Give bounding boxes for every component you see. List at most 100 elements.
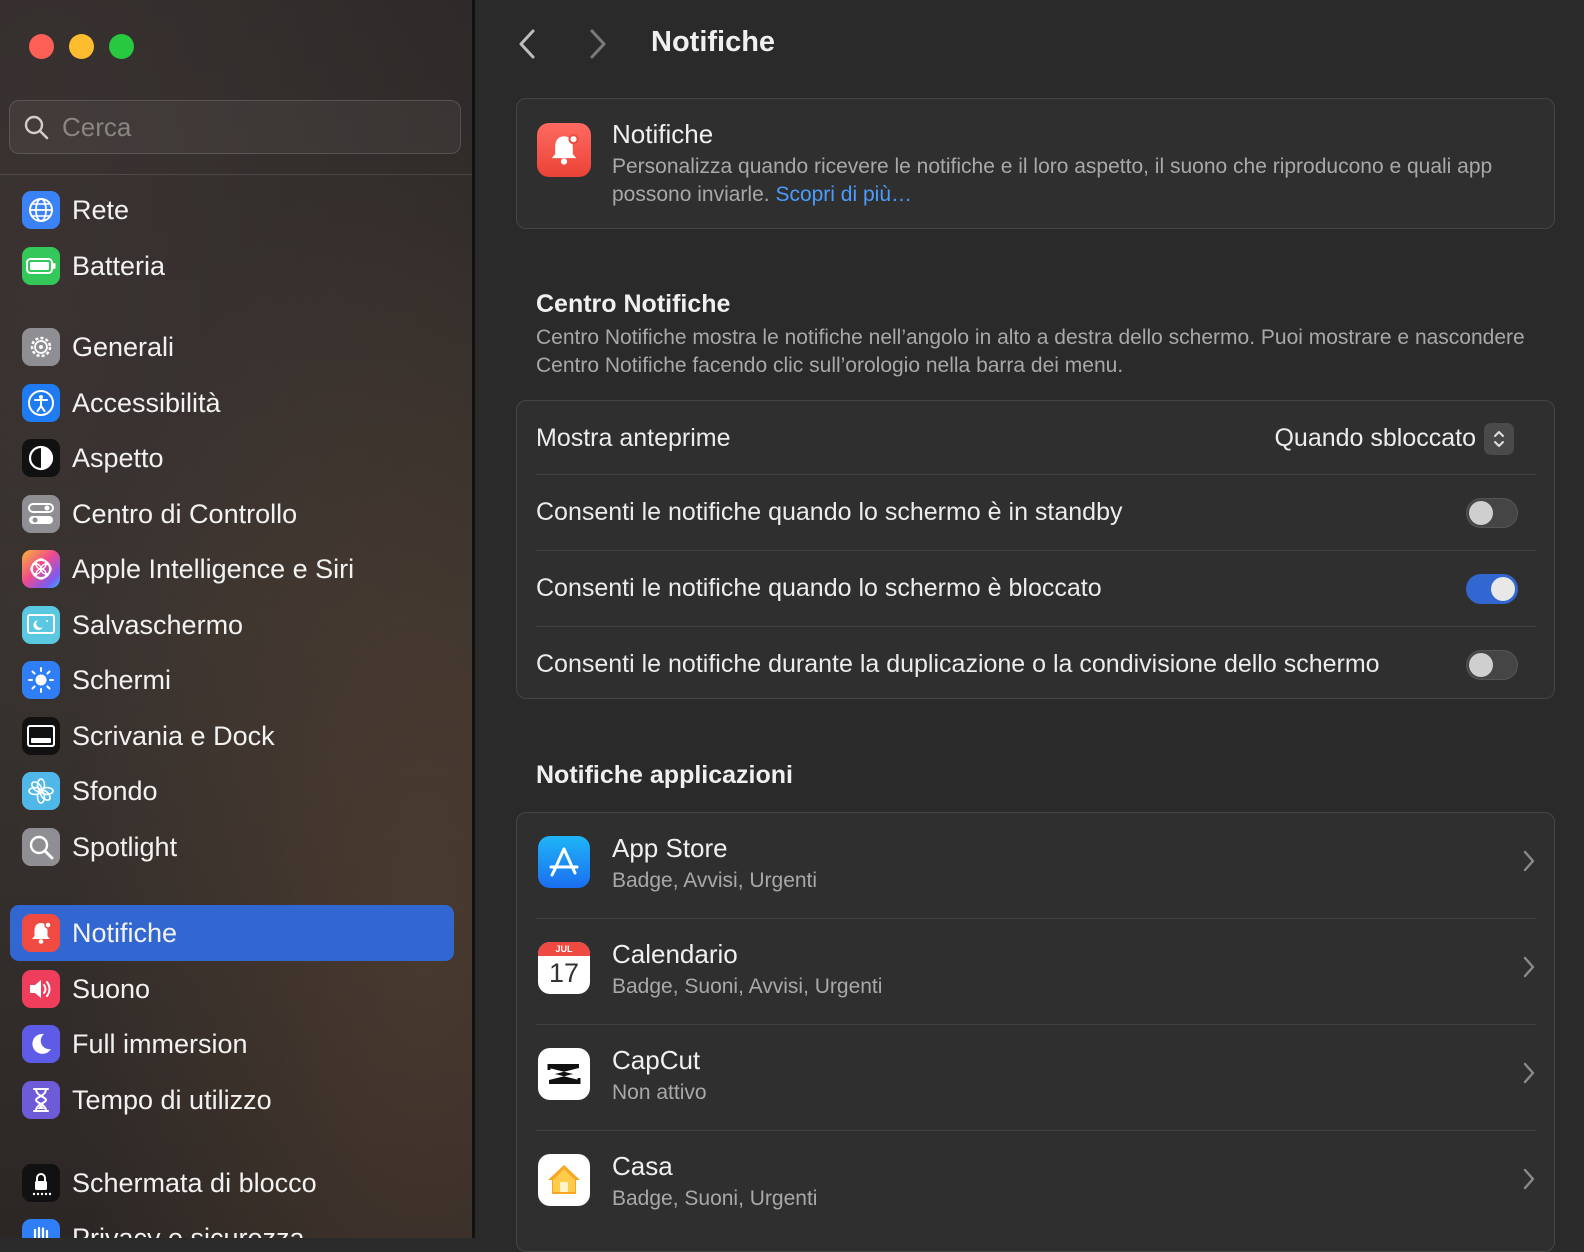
spotlight-icon	[22, 828, 60, 866]
appearance-icon	[22, 439, 60, 477]
sidebar: Cerca Rete Batteria Generali Accessibili…	[0, 0, 472, 1238]
notification-center-description: Centro Notifiche mostra le notifiche nel…	[536, 326, 1525, 377]
lock-icon	[22, 1164, 60, 1202]
accessibility-icon	[22, 384, 60, 422]
sidebar-item-label: Privacy e sicurezza	[72, 1222, 305, 1239]
mirroring-row: Consenti le notifiche durante la duplica…	[536, 627, 1536, 702]
notification-center-card: Mostra anteprime Quando sbloccato Consen…	[516, 400, 1555, 699]
sidebar-item-label: Apple Intelligence e Siri	[72, 553, 355, 584]
app-detail: Badge, Suoni, Urgenti	[612, 1187, 818, 1210]
show-previews-row: Mostra anteprime Quando sbloccato	[536, 401, 1536, 476]
sidebar-item-batteria[interactable]: Batteria	[10, 238, 454, 294]
search-input[interactable]: Cerca	[9, 100, 461, 154]
app-store-icon	[538, 836, 590, 888]
battery-icon	[22, 247, 60, 285]
search-placeholder: Cerca	[62, 111, 132, 142]
sidebar-item-label: Scrivania e Dock	[72, 720, 275, 751]
main-content: Notifiche Notifiche Personalizza quando …	[475, 0, 1584, 1252]
learn-more-link[interactable]: Scopri di più…	[775, 183, 912, 206]
page-title: Notifiche	[651, 26, 776, 58]
intro-description-text: Personalizza quando ricevere le notifich…	[612, 155, 1493, 206]
brightness-icon	[22, 661, 60, 699]
sidebar-item-label: Tempo di utilizzo	[72, 1084, 272, 1115]
standby-row: Consenti le notifiche quando lo schermo …	[536, 475, 1536, 550]
sidebar-item-apple-intelligence-e-siri[interactable]: Apple Intelligence e Siri	[10, 541, 454, 597]
search-icon	[24, 115, 49, 140]
sidebar-item-rete[interactable]: Rete	[10, 182, 454, 238]
gear-icon	[22, 328, 60, 366]
calendar-icon: JUL 17	[538, 942, 590, 994]
sidebar-item-accessibilita[interactable]: Accessibilità	[10, 375, 454, 431]
sidebar-item-salvaschermo[interactable]: Salvaschermo	[10, 597, 454, 653]
app-name: App Store	[612, 833, 728, 863]
moon-icon	[22, 1025, 60, 1063]
intro-description: Personalizza quando ricevere le notifich…	[612, 153, 1532, 209]
sidebar-item-label: Full immersion	[72, 1028, 248, 1059]
standby-label: Consenti le notifiche quando lo schermo …	[536, 498, 1123, 526]
intro-card: Notifiche Personalizza quando ricevere l…	[516, 98, 1555, 229]
app-notifications-card: App Store Badge, Avvisi, Urgenti JUL 17 …	[516, 812, 1555, 1252]
app-row-casa[interactable]: Casa Badge, Suoni, Urgenti	[536, 1131, 1536, 1236]
app-notifications-title: Notifiche applicazioni	[536, 761, 793, 789]
app-row-calendario[interactable]: JUL 17 Calendario Badge, Suoni, Avvisi, …	[536, 919, 1536, 1024]
sidebar-item-label: Schermi	[72, 664, 172, 695]
show-previews-select[interactable]: Quando sbloccato	[1274, 422, 1514, 455]
bell-icon	[22, 914, 60, 952]
calendar-month: JUL	[538, 942, 590, 956]
locked-row: Consenti le notifiche quando lo schermo …	[536, 551, 1536, 626]
sidebar-item-centro-di-controllo[interactable]: Centro di Controllo	[10, 486, 454, 542]
sidebar-item-sfondo[interactable]: Sfondo	[10, 763, 454, 819]
forward-button[interactable]	[580, 26, 616, 62]
hourglass-icon	[22, 1081, 60, 1119]
zoom-window-button[interactable]	[109, 34, 134, 59]
locked-toggle[interactable]	[1466, 573, 1518, 604]
sidebar-item-label: Batteria	[72, 250, 166, 281]
show-previews-value: Quando sbloccato	[1274, 424, 1476, 452]
sidebar-item-notifiche[interactable]: Notifiche	[10, 905, 454, 961]
sidebar-item-scrivania-e-dock[interactable]: Scrivania e Dock	[10, 708, 454, 764]
hand-icon	[22, 1219, 60, 1238]
sidebar-item-spotlight[interactable]: Spotlight	[10, 819, 454, 875]
app-name: Calendario	[612, 939, 738, 969]
close-window-button[interactable]	[29, 34, 54, 59]
sidebar-item-label: Schermata di blocco	[72, 1167, 317, 1198]
chevron-right-icon	[1523, 956, 1535, 978]
chevron-right-icon	[590, 29, 606, 59]
mirroring-toggle[interactable]	[1466, 649, 1518, 680]
sidebar-item-full-immersion[interactable]: Full immersion	[10, 1016, 454, 1072]
sidebar-item-label: Notifiche	[72, 917, 178, 948]
app-row-app-store[interactable]: App Store Badge, Avvisi, Urgenti	[536, 813, 1536, 918]
dock-icon	[22, 717, 60, 755]
sidebar-item-schermata-di-blocco[interactable]: Schermata di blocco	[10, 1155, 454, 1211]
speaker-icon	[22, 970, 60, 1008]
bell-icon	[537, 123, 591, 177]
capcut-icon	[538, 1048, 590, 1100]
app-row-capcut[interactable]: CapCut Non attivo	[536, 1025, 1536, 1130]
back-button[interactable]	[509, 26, 545, 62]
sidebar-item-label: Sfondo	[72, 775, 158, 806]
sidebar-item-suono[interactable]: Suono	[10, 961, 454, 1017]
minimize-window-button[interactable]	[69, 34, 94, 59]
sidebar-item-privacy-e-sicurezza[interactable]: Privacy e sicurezza	[10, 1210, 454, 1238]
standby-toggle[interactable]	[1466, 497, 1518, 528]
locked-label: Consenti le notifiche quando lo schermo …	[536, 574, 1102, 602]
sidebar-item-label: Aspetto	[72, 442, 164, 473]
sidebar-item-tempo-di-utilizzo[interactable]: Tempo di utilizzo	[10, 1072, 454, 1128]
intro-title: Notifiche	[612, 119, 714, 149]
updown-chevron-icon	[1484, 422, 1514, 455]
sidebar-item-label: Suono	[72, 973, 151, 1004]
chevron-left-icon	[519, 29, 535, 59]
sidebar-item-schermi[interactable]: Schermi	[10, 652, 454, 708]
sidebar-item-generali[interactable]: Generali	[10, 319, 454, 375]
control-center-icon	[22, 495, 60, 533]
app-name: CapCut	[612, 1045, 701, 1075]
sidebar-item-aspetto[interactable]: Aspetto	[10, 430, 454, 486]
wallpaper-icon	[22, 772, 60, 810]
sidebar-item-label: Accessibilità	[72, 387, 221, 418]
notification-center-title: Centro Notifiche	[536, 290, 731, 318]
siri-icon	[22, 550, 60, 588]
calendar-day: 17	[548, 958, 580, 988]
sidebar-item-label: Spotlight	[72, 831, 178, 862]
screensaver-icon	[22, 606, 60, 644]
globe-icon	[22, 191, 60, 229]
